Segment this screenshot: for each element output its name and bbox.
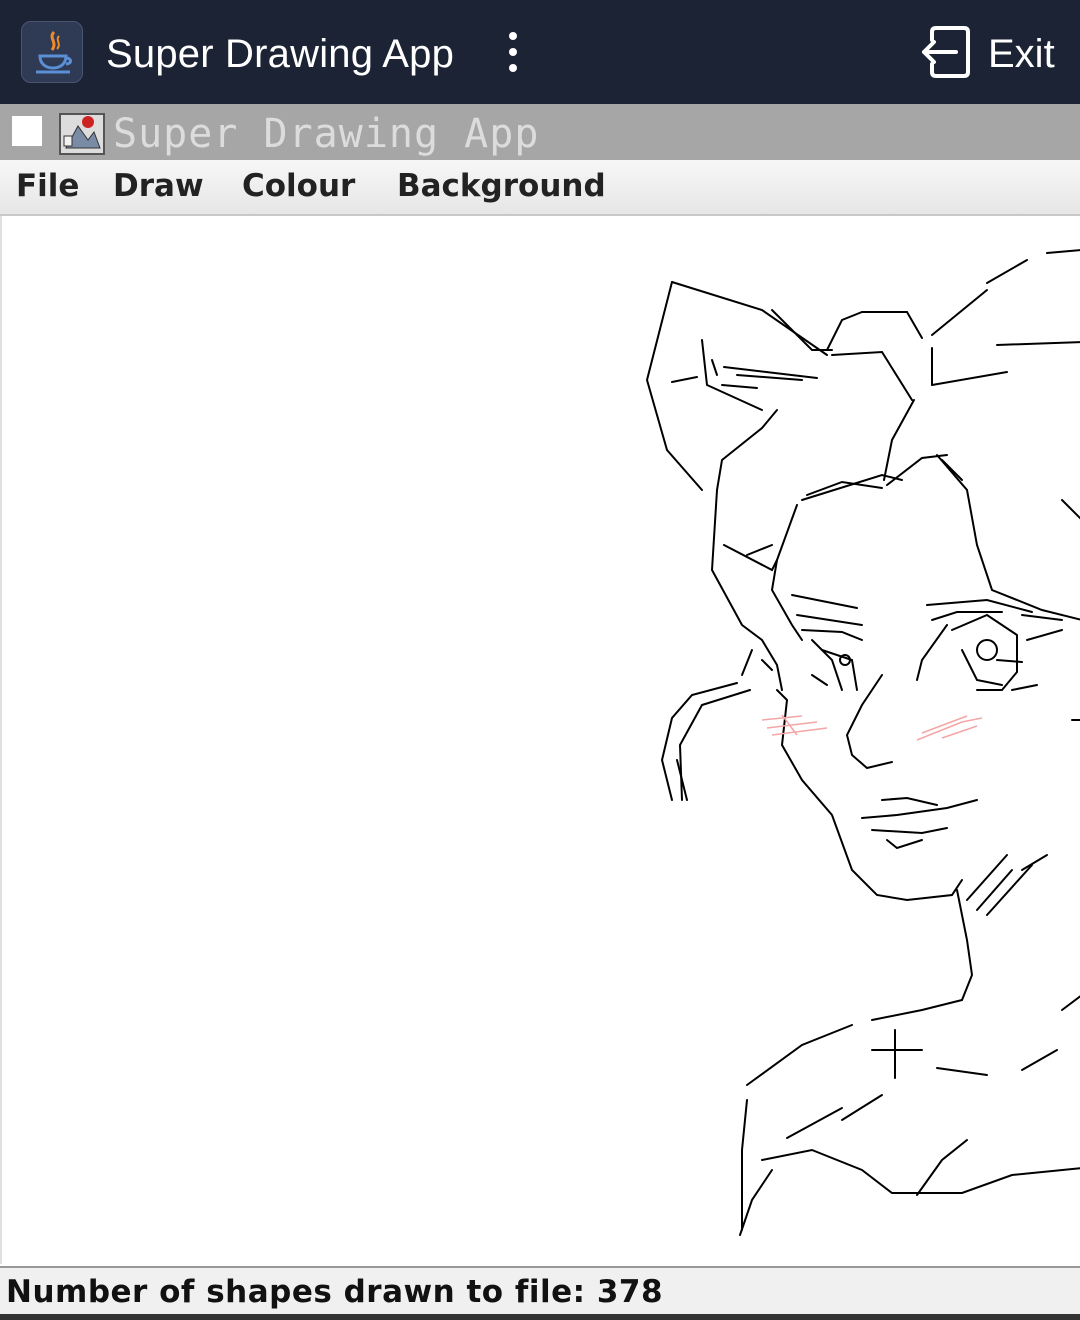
menu-colour[interactable]: Colour [242,166,355,206]
bottom-border [0,1314,1080,1320]
shapes-count-status: Number of shapes drawn to file: 378 [6,1274,664,1310]
host-title-bar: Super Drawing App Exit [0,0,1080,104]
exit-label: Exit [988,32,1055,76]
kebab-menu-icon[interactable] [500,30,526,74]
app-title: Super Drawing App [106,32,455,76]
menu-bar: File Draw Colour Background [0,160,1080,216]
menu-file[interactable]: File [16,166,79,206]
drawing-app-icon [58,110,106,156]
status-bar: Number of shapes drawn to file: 378 [0,1266,1080,1314]
exit-door-icon [922,26,970,78]
drawing-canvas[interactable] [0,216,1080,1264]
menu-draw[interactable]: Draw [113,166,204,206]
menu-background[interactable]: Background [397,166,606,206]
java-cup-icon [21,21,83,83]
line-drawing [645,249,1080,1236]
window-menu-box[interactable] [12,116,42,146]
frame-title: Super Drawing App [113,111,540,157]
exit-button[interactable]: Exit [916,24,1064,82]
